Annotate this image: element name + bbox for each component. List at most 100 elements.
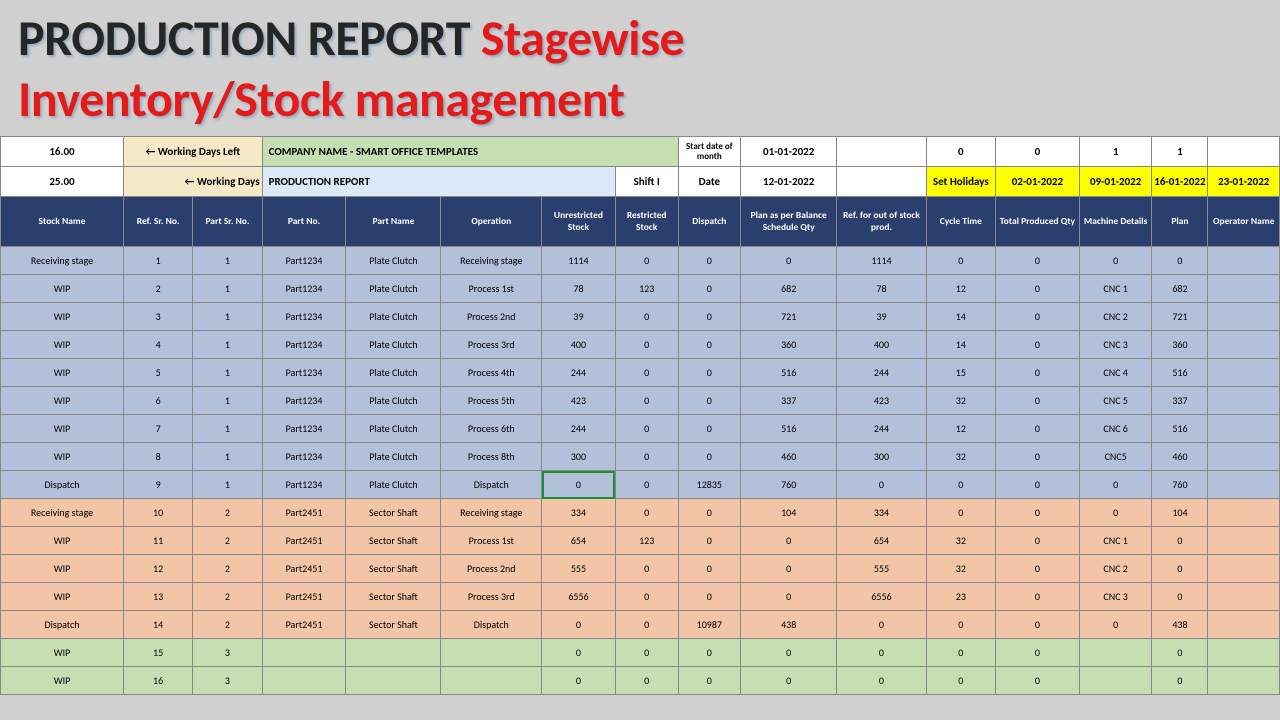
- cell[interactable]: WIP: [1, 527, 124, 555]
- cell[interactable]: 0: [678, 331, 741, 359]
- cell[interactable]: 0: [678, 583, 741, 611]
- cell[interactable]: Process 5th: [441, 387, 542, 415]
- cell[interactable]: 12: [926, 275, 995, 303]
- cell[interactable]: CNC 6: [1079, 415, 1152, 443]
- cell[interactable]: CNC 3: [1079, 583, 1152, 611]
- cell[interactable]: 0: [1152, 583, 1208, 611]
- cell[interactable]: 0: [615, 555, 678, 583]
- cell[interactable]: 0: [615, 639, 678, 667]
- cell[interactable]: 0: [1079, 499, 1152, 527]
- cell[interactable]: WIP: [1, 331, 124, 359]
- cell[interactable]: 0: [678, 667, 741, 695]
- cell[interactable]: 0: [615, 443, 678, 471]
- cell[interactable]: 460: [741, 443, 837, 471]
- cell[interactable]: 0: [995, 639, 1079, 667]
- cell[interactable]: Plate Clutch: [346, 247, 441, 275]
- cell[interactable]: [1208, 639, 1280, 667]
- cell[interactable]: 0: [678, 303, 741, 331]
- cell[interactable]: 7: [123, 415, 192, 443]
- col-header-4[interactable]: Part Name: [346, 197, 441, 247]
- cell[interactable]: 0: [1152, 639, 1208, 667]
- cell[interactable]: 0: [615, 359, 678, 387]
- cell[interactable]: [262, 667, 346, 695]
- col-header-11[interactable]: Cycle Time: [926, 197, 995, 247]
- cell[interactable]: 104: [741, 499, 837, 527]
- cell[interactable]: Part2451: [262, 555, 346, 583]
- cell[interactable]: Process 8th: [441, 443, 542, 471]
- cell[interactable]: 0: [995, 247, 1079, 275]
- cell[interactable]: 0: [615, 583, 678, 611]
- cell[interactable]: 15: [123, 639, 192, 667]
- cell[interactable]: [346, 667, 441, 695]
- cell[interactable]: 32: [926, 387, 995, 415]
- cell[interactable]: 400: [542, 331, 616, 359]
- cell[interactable]: Dispatch: [441, 611, 542, 639]
- cell[interactable]: Process 1st: [441, 527, 542, 555]
- table-row[interactable]: WIP31Part1234Plate ClutchProcess 2nd3900…: [1, 303, 1280, 331]
- table-row[interactable]: WIP132Part2451Sector ShaftProcess 3rd655…: [1, 583, 1280, 611]
- cell[interactable]: Plate Clutch: [346, 387, 441, 415]
- table-row[interactable]: WIP41Part1234Plate ClutchProcess 3rd4000…: [1, 331, 1280, 359]
- company-name[interactable]: COMPANY NAME - SMART OFFICE TEMPLATES: [262, 137, 678, 167]
- cell[interactable]: Part1234: [262, 247, 346, 275]
- table-row[interactable]: WIP112Part2451Sector ShaftProcess 1st654…: [1, 527, 1280, 555]
- cell[interactable]: Process 3rd: [441, 331, 542, 359]
- cell[interactable]: [1208, 359, 1280, 387]
- cell[interactable]: 0: [995, 583, 1079, 611]
- count-4[interactable]: [1208, 137, 1280, 167]
- cell[interactable]: 1: [193, 471, 262, 499]
- cell[interactable]: 0: [1079, 611, 1152, 639]
- cell[interactable]: 0: [837, 639, 926, 667]
- cell[interactable]: 682: [741, 275, 837, 303]
- cell[interactable]: 0: [678, 555, 741, 583]
- table-row[interactable]: WIP61Part1234Plate ClutchProcess 5th4230…: [1, 387, 1280, 415]
- cell[interactable]: WIP: [1, 275, 124, 303]
- cell[interactable]: 2: [193, 499, 262, 527]
- cell[interactable]: Part1234: [262, 275, 346, 303]
- cell[interactable]: 0: [542, 667, 616, 695]
- cell[interactable]: 13: [123, 583, 192, 611]
- cell[interactable]: 1: [193, 387, 262, 415]
- cell[interactable]: 5: [123, 359, 192, 387]
- cell[interactable]: WIP: [1, 387, 124, 415]
- cell[interactable]: 11: [123, 527, 192, 555]
- cell[interactable]: 12: [123, 555, 192, 583]
- cell[interactable]: 0: [678, 499, 741, 527]
- cell[interactable]: 244: [837, 359, 926, 387]
- cell[interactable]: 0: [995, 527, 1079, 555]
- cell[interactable]: 0: [615, 471, 678, 499]
- holiday-3[interactable]: 23-01-2022: [1208, 167, 1280, 197]
- blank-cell[interactable]: [837, 137, 926, 167]
- cell[interactable]: 0: [995, 275, 1079, 303]
- cell[interactable]: 516: [1152, 415, 1208, 443]
- cell[interactable]: 0: [741, 583, 837, 611]
- cell[interactable]: 244: [542, 415, 616, 443]
- cell[interactable]: 104: [1152, 499, 1208, 527]
- cell[interactable]: 516: [1152, 359, 1208, 387]
- cell[interactable]: 1: [193, 303, 262, 331]
- cell[interactable]: 300: [837, 443, 926, 471]
- cell[interactable]: 1: [193, 415, 262, 443]
- cell[interactable]: Part1234: [262, 303, 346, 331]
- cell[interactable]: Dispatch: [441, 471, 542, 499]
- cell[interactable]: [1208, 443, 1280, 471]
- count-1[interactable]: 0: [995, 137, 1079, 167]
- cell[interactable]: 0: [741, 639, 837, 667]
- cell[interactable]: WIP: [1, 639, 124, 667]
- cell[interactable]: Plate Clutch: [346, 331, 441, 359]
- cell[interactable]: [262, 639, 346, 667]
- cell[interactable]: 516: [741, 415, 837, 443]
- table-row[interactable]: WIP81Part1234Plate ClutchProcess 8th3000…: [1, 443, 1280, 471]
- cell[interactable]: 0: [678, 443, 741, 471]
- cell[interactable]: 334: [837, 499, 926, 527]
- cell[interactable]: 300: [542, 443, 616, 471]
- cell[interactable]: WIP: [1, 555, 124, 583]
- cell[interactable]: 0: [1079, 471, 1152, 499]
- cell[interactable]: Process 3rd: [441, 583, 542, 611]
- cell[interactable]: Sector Shaft: [346, 583, 441, 611]
- table-row[interactable]: WIP122Part2451Sector ShaftProcess 2nd555…: [1, 555, 1280, 583]
- cell[interactable]: WIP: [1, 583, 124, 611]
- days-left-label[interactable]: ← Working Days Left: [123, 137, 262, 167]
- cell[interactable]: [1208, 275, 1280, 303]
- table-row[interactable]: Dispatch91Part1234Plate ClutchDispatch00…: [1, 471, 1280, 499]
